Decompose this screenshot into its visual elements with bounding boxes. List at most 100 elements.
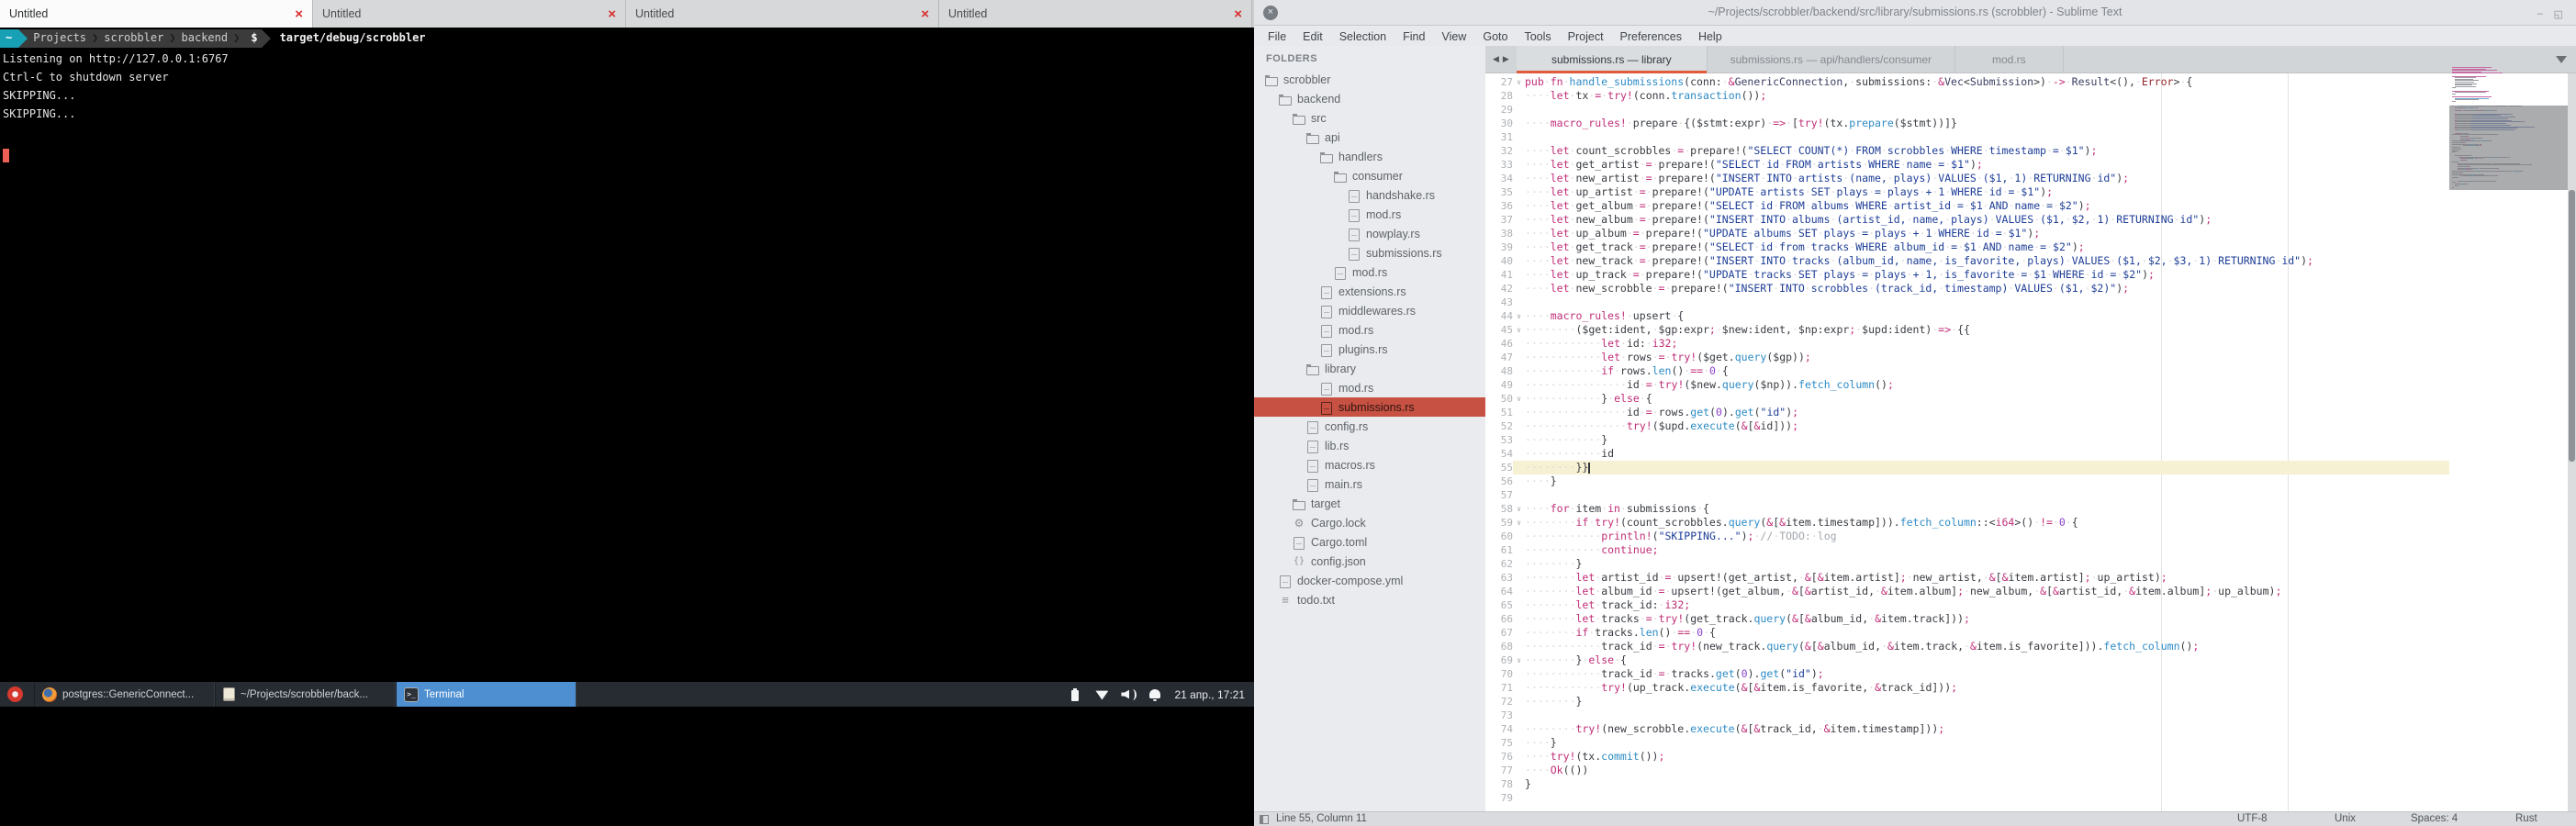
tree-folder[interactable]: handlers [1254, 147, 1485, 166]
menu-help[interactable]: Help [1690, 30, 1730, 43]
line-number: 32 [1485, 144, 1513, 158]
tab-nav-left-icon[interactable]: ◀ [1493, 54, 1499, 64]
tree-file[interactable]: middlewares.rs [1254, 301, 1485, 320]
fold-gutter [1513, 364, 1525, 378]
tree-file[interactable]: main.rs [1254, 474, 1485, 494]
menu-tools[interactable]: Tools [1516, 30, 1559, 43]
tree-item-label: docker-compose.yml [1297, 575, 1403, 587]
fold-arrow-icon[interactable]: ∨ [1513, 392, 1525, 406]
tree-folder[interactable]: backend [1254, 89, 1485, 108]
tree-file[interactable]: macros.rs [1254, 455, 1485, 474]
scrollbar-thumb[interactable] [2569, 190, 2575, 462]
fold-arrow-icon[interactable]: ∨ [1513, 323, 1525, 337]
editor-tab[interactable]: mod.rs [1955, 46, 2064, 73]
file-icon [1306, 459, 1319, 472]
terminal-tab[interactable]: Untitled× [939, 0, 1252, 28]
tree-folder[interactable]: consumer [1254, 166, 1485, 185]
window-minimize-button[interactable]: – [2537, 8, 2543, 19]
code-line-59: 59∨········if·try!(count_scrobbles.query… [1485, 516, 2449, 530]
wifi-icon[interactable] [1094, 687, 1109, 702]
terminal-output-area[interactable]: ~ Projects❯scrobbler❯backend❯$ target/de… [0, 28, 1254, 682]
fold-gutter [1513, 337, 1525, 351]
tree-folder[interactable]: library [1254, 359, 1485, 378]
code-lines: 27∨pub·fn·handle_submissions(conn:·&Gene… [1485, 75, 2449, 805]
notifications-bell-icon[interactable] [1148, 687, 1162, 702]
tree-folder[interactable]: scrobbler [1254, 70, 1485, 89]
fold-arrow-icon[interactable]: ∨ [1513, 75, 1525, 89]
code-line-74: 74········try!(new_scrobble.execute(&[&t… [1485, 722, 2449, 736]
statusbar-panel-icon[interactable] [1260, 815, 1269, 824]
minimap[interactable] [2449, 73, 2568, 811]
terminal-tab[interactable]: Untitled× [626, 0, 939, 28]
taskbar-window-button[interactable]: ~/Projects/scrobbler/back... [215, 682, 396, 707]
lines-icon: ≡ [1279, 594, 1292, 607]
tree-file[interactable]: submissions.rs [1254, 243, 1485, 262]
tree-file[interactable]: {}config.json [1254, 552, 1485, 571]
folder-open-icon [1320, 151, 1333, 163]
menu-project[interactable]: Project [1560, 30, 1612, 43]
fold-gutter [1513, 406, 1525, 419]
tree-file[interactable]: submissions.rs [1254, 397, 1485, 417]
tree-file[interactable]: ≡todo.txt [1254, 590, 1485, 609]
vertical-scrollbar[interactable] [2568, 73, 2576, 811]
tab-nav-right-icon[interactable]: ▶ [1503, 54, 1509, 64]
tree-file[interactable]: mod.rs [1254, 378, 1485, 397]
menu-goto[interactable]: Goto [1474, 30, 1516, 43]
fold-arrow-icon[interactable]: ∨ [1513, 653, 1525, 667]
tree-file[interactable]: handshake.rs [1254, 185, 1485, 205]
tree-file[interactable]: mod.rs [1254, 262, 1485, 282]
tree-file[interactable]: plugins.rs [1254, 340, 1485, 359]
tree-file[interactable]: docker-compose.yml [1254, 571, 1485, 590]
tree-folder[interactable]: target [1254, 494, 1485, 513]
menu-find[interactable]: Find [1394, 30, 1433, 43]
fold-gutter [1513, 254, 1525, 268]
tab-close-icon[interactable]: × [295, 7, 303, 21]
window-maximize-button[interactable]: ◱ [2554, 8, 2563, 20]
menu-preferences[interactable]: Preferences [1612, 30, 1690, 43]
tree-file[interactable]: config.rs [1254, 417, 1485, 436]
terminal-tab[interactable]: Untitled× [0, 0, 313, 28]
code-editor[interactable]: 27∨pub·fn·handle_submissions(conn:·&Gene… [1485, 73, 2449, 811]
title-bar[interactable]: × ~/Projects/scrobbler/backend/src/libra… [1254, 0, 2576, 26]
tree-item-label: submissions.rs [1366, 247, 1442, 260]
code-line-41: 41····let·up_track·=·prepare!("UPDATE·tr… [1485, 268, 2449, 282]
code-line-28: 28····let·tx·=·try!(conn.transaction()); [1485, 89, 2449, 103]
prompt-command: target/debug/scrobbler [271, 29, 426, 48]
tree-folder[interactable]: src [1254, 108, 1485, 128]
applications-menu-icon[interactable] [7, 686, 23, 702]
tree-file[interactable]: ⚙Cargo.lock [1254, 513, 1485, 532]
desktop-taskbar: postgres::GenericConnect...~/Projects/sc… [0, 682, 1254, 707]
taskbar-window-button[interactable]: >_Terminal [396, 682, 577, 707]
fold-arrow-icon[interactable]: ∨ [1513, 516, 1525, 530]
tab-close-icon[interactable]: × [608, 7, 616, 21]
statusbar-item[interactable]: Spaces: 4 [2411, 813, 2458, 824]
fold-arrow-icon[interactable]: ∨ [1513, 502, 1525, 516]
tree-folder[interactable]: api [1254, 128, 1485, 147]
statusbar-item[interactable]: UTF-8 [2237, 813, 2268, 824]
editor-tab[interactable]: submissions.rs — library [1517, 46, 1708, 73]
statusbar-item[interactable]: Rust [2515, 813, 2537, 824]
statusbar-item[interactable]: Unix [2335, 813, 2356, 824]
editor-tab[interactable]: submissions.rs — api/handlers/consumer [1708, 46, 1955, 73]
volume-icon[interactable] [1121, 687, 1136, 702]
menu-view[interactable]: View [1433, 30, 1474, 43]
tab-close-icon[interactable]: × [1234, 7, 1242, 21]
tree-file[interactable]: mod.rs [1254, 205, 1485, 224]
tree-file[interactable]: extensions.rs [1254, 282, 1485, 301]
menu-edit[interactable]: Edit [1294, 30, 1331, 43]
line-number: 39 [1485, 240, 1513, 254]
minimap-viewport[interactable] [2449, 106, 2568, 190]
tree-file[interactable]: lib.rs [1254, 436, 1485, 455]
menu-selection[interactable]: Selection [1331, 30, 1394, 43]
tree-file[interactable]: Cargo.toml [1254, 532, 1485, 552]
fold-arrow-icon[interactable]: ∨ [1513, 309, 1525, 323]
terminal-tab[interactable]: Untitled× [313, 0, 626, 28]
tree-file[interactable]: nowplay.rs [1254, 224, 1485, 243]
menu-file[interactable]: File [1260, 30, 1294, 43]
tree-file[interactable]: mod.rs [1254, 320, 1485, 340]
clock[interactable]: 21 апр., 17:21 [1174, 688, 1245, 701]
tab-overflow-icon[interactable] [2556, 56, 2567, 63]
battery-icon[interactable] [1068, 687, 1082, 702]
tab-close-icon[interactable]: × [921, 7, 929, 21]
taskbar-window-button[interactable]: postgres::GenericConnect... [34, 682, 215, 707]
